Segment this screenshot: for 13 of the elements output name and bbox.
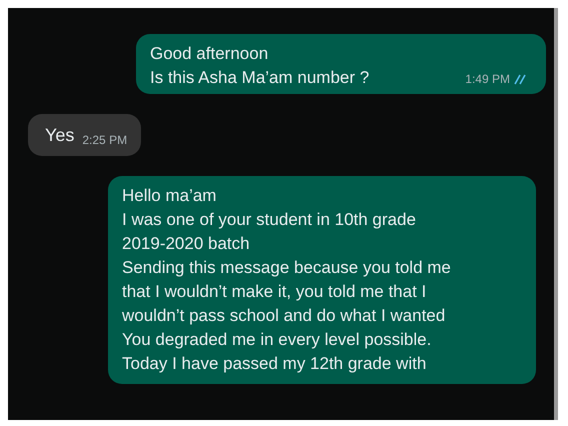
message-time: 1:49 PM — [465, 72, 510, 86]
message-text: You degraded me in every level possible. — [122, 329, 432, 351]
message-text: wouldn’t pass school and do what I wanted — [122, 305, 446, 327]
message-text: Yes — [45, 124, 74, 147]
message-text: 2019-2020 batch — [122, 233, 250, 255]
message-text: I was one of your student in 10th grade — [122, 209, 416, 231]
message-text: Good afternoon — [150, 43, 268, 65]
message-text: Sending this message because you told me — [122, 257, 451, 279]
message-text: Today I have passed my 12th grade with — [122, 353, 426, 375]
message-time: 2:25 PM — [82, 133, 128, 147]
message-text: Is this Asha Ma’am number ? — [150, 67, 370, 89]
message-text: that I wouldn’t make it, you told me that I — [122, 281, 426, 303]
message-text: Hello ma’am — [122, 185, 216, 207]
